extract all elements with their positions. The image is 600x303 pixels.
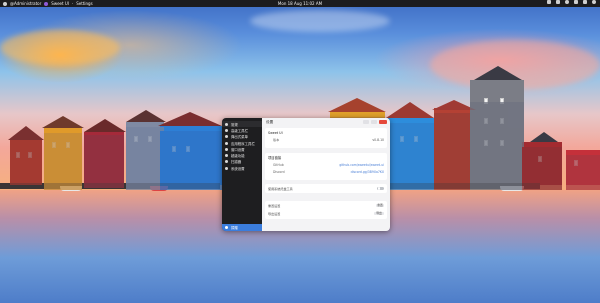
wallpaper-reflection-house (522, 147, 562, 190)
wallpaper-reflection-house (470, 102, 524, 190)
minimize-button[interactable] (363, 120, 369, 124)
discord-row: Discord discord.gg/3B9Xa7KX (268, 169, 384, 174)
settings-main: 设置 Sweet UI 版本 v0.8.10 项目链接 GitHub githu… (262, 118, 390, 231)
settings-sidebar: 常规 高级工具栏 弹出式菜单 应用程序工具栏 窗口设置 超级功能 扫描器 系统设… (222, 118, 262, 231)
network-icon[interactable] (565, 0, 569, 4)
tray-card: 使用系统托盘工具 (265, 184, 387, 193)
sidebar-item-system-settings[interactable]: 系统设置 (222, 165, 262, 171)
sidebar-item-label: 超级功能 (231, 154, 245, 159)
heart-icon (225, 226, 228, 229)
sidebar-item-label: 窗口设置 (231, 147, 245, 152)
close-button[interactable] (379, 120, 387, 124)
clipboard-icon[interactable] (556, 0, 560, 4)
window-title: 设置 (266, 119, 274, 124)
wallpaper-cloud (0, 30, 120, 65)
tray-label: 使用系统托盘工具 (268, 187, 293, 191)
sidebar-item-label: 常规 (231, 122, 238, 127)
reset-label: 重置设置 (268, 204, 281, 208)
apps-icon (225, 141, 228, 145)
links-heading: 项目链接 (268, 156, 282, 160)
sidebar-item-label: 扫描器 (231, 160, 242, 165)
github-label: GitHub (273, 162, 284, 167)
links-heading-row: 项目链接 (268, 155, 384, 160)
sidebar-item-label: 应用程序工具栏 (231, 141, 255, 146)
topbar-clock[interactable]: Mon 18 Aug 11:02 AM (0, 0, 600, 7)
about-card: Sweet UI 版本 v0.8.10 (265, 128, 387, 148)
version-label: 版本 (273, 138, 280, 142)
gear-icon (225, 166, 228, 170)
tray-toggle[interactable] (377, 186, 384, 191)
donate-label: 捐赠 (231, 226, 238, 230)
links-card: 项目链接 GitHub github.com/sweetui/sweet-ui … (265, 153, 387, 180)
github-link[interactable]: github.com/sweetui/sweet-ui (339, 163, 384, 167)
reset-button[interactable]: 重置 (376, 203, 384, 208)
discord-label: Discord (273, 169, 285, 174)
window-titlebar[interactable]: 设置 (262, 118, 390, 126)
sidebar-item-label: 弹出式菜单 (231, 135, 248, 140)
battery-icon[interactable] (583, 0, 587, 4)
settings-window: 常规 高级工具栏 弹出式菜单 应用程序工具栏 窗口设置 超级功能 扫描器 系统设… (222, 118, 390, 231)
window-icon (225, 147, 228, 151)
scanner-icon (225, 160, 228, 164)
wallpaper-reflection-house (388, 123, 434, 190)
screenshot-icon[interactable] (547, 0, 551, 4)
wallpaper-reflection-house (126, 127, 164, 190)
wallpaper-reflection-house (160, 131, 222, 190)
reset-row: 重置设置 重置 (268, 203, 384, 208)
top-panel: @Administrator Sweet UI · Settings Mon 1… (0, 0, 600, 7)
wallpaper-reflection-house (434, 113, 474, 190)
donate-button[interactable]: 捐赠 (222, 224, 262, 231)
github-row: GitHub github.com/sweetui/sweet-ui (268, 162, 384, 167)
star-icon (225, 154, 228, 158)
tray-row: 使用系统托盘工具 (268, 186, 384, 191)
home-icon (225, 122, 228, 126)
sidebar-item-label: 高级工具栏 (231, 128, 248, 133)
version-value: v0.8.10 (372, 137, 384, 142)
export-label: 导出设置 (268, 212, 281, 216)
discord-link[interactable]: discord.gg/3B9Xa7KX (351, 170, 384, 174)
wallpaper-reflection-house (566, 155, 600, 190)
wallpaper-cloud (250, 10, 390, 32)
version-row: 版本 v0.8.10 (268, 137, 384, 143)
wallpaper-reflection-house (44, 133, 82, 190)
sidebar-item-label: 系统设置 (231, 166, 245, 171)
manage-card: 重置设置 重置 导出设置 导出 (265, 201, 387, 219)
wallpaper-reflection-house (10, 140, 42, 185)
maximize-button[interactable] (371, 120, 377, 124)
export-row: 导出设置 导出 (268, 211, 384, 216)
wallpaper-reflection-house (84, 135, 124, 188)
toolbar-icon (225, 128, 228, 132)
volume-icon[interactable] (574, 0, 578, 4)
menu-icon (225, 135, 228, 139)
about-row: Sweet UI (268, 130, 384, 135)
wallpaper-roof (474, 66, 522, 80)
power-icon[interactable] (592, 0, 596, 4)
app-name: Sweet UI (268, 130, 283, 135)
export-button[interactable]: 导出 (374, 211, 384, 216)
